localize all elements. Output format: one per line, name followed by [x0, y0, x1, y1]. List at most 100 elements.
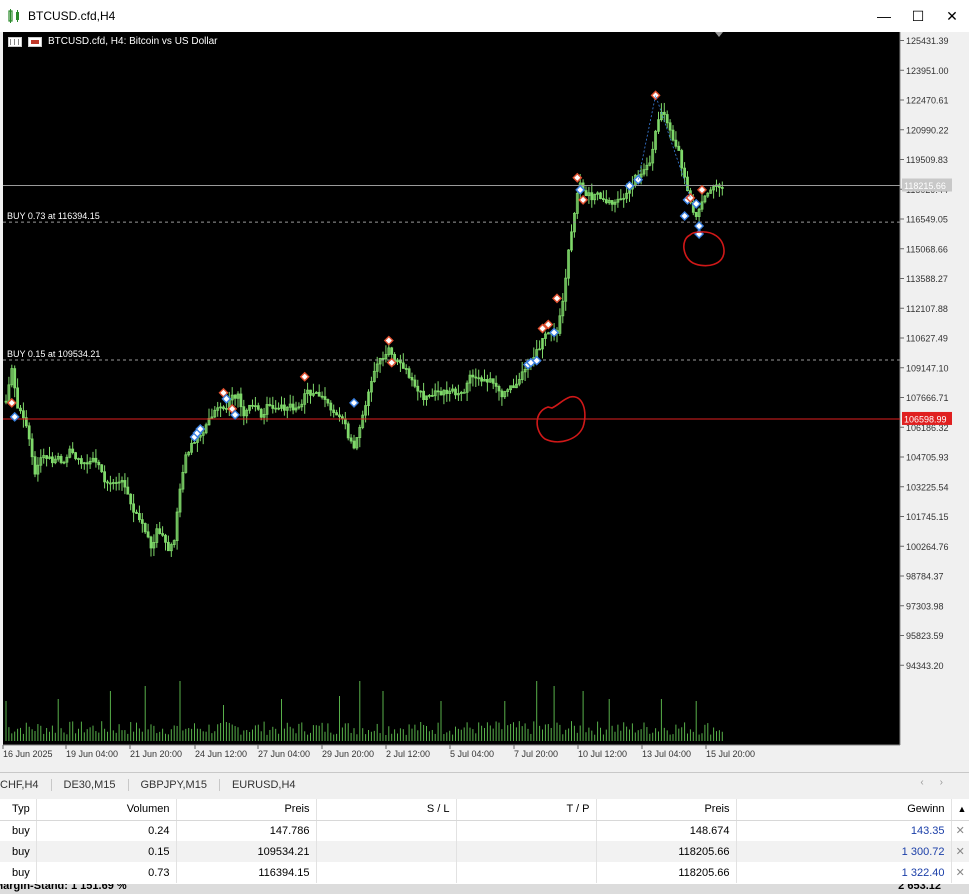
chart-list-icon[interactable]	[8, 36, 22, 47]
candle-body	[97, 461, 101, 466]
close-button[interactable]: ✕	[935, 0, 969, 32]
cell-tp[interactable]	[456, 862, 597, 883]
candle-body	[16, 387, 20, 409]
candle-body	[340, 416, 344, 420]
minimize-button[interactable]: —	[867, 0, 901, 32]
cell-tp[interactable]	[456, 841, 597, 862]
table-row[interactable]: buy 0.73 116394.15 118205.66 1 322.40 ✕	[0, 862, 969, 883]
col-price-current[interactable]: Preis	[596, 799, 737, 821]
candle-body	[251, 404, 254, 407]
cell-sl[interactable]	[316, 820, 457, 841]
cell-profit: 143.35	[736, 820, 952, 841]
total-profit: 2 653.12	[898, 884, 941, 892]
candle-body	[410, 377, 414, 381]
close-position-icon[interactable]: ✕	[951, 841, 969, 862]
candle-body	[335, 412, 339, 416]
candle-body	[590, 192, 594, 201]
col-price-open[interactable]: Preis	[176, 799, 317, 821]
tab-chf-h4[interactable]: CHF,H4	[0, 778, 52, 791]
candle-body	[30, 438, 34, 458]
one-click-trading-icon[interactable]	[28, 36, 42, 47]
candle-body	[123, 480, 127, 488]
cell-price-open: 116394.15	[176, 862, 317, 883]
candle-body	[485, 379, 489, 383]
cell-tp[interactable]	[456, 820, 597, 841]
candle-body	[662, 111, 666, 115]
alert-price-label: 106598.99	[904, 414, 947, 424]
candle-body	[665, 114, 669, 124]
candle-body	[114, 482, 118, 484]
tab-de30-m15[interactable]: DE30,M15	[64, 778, 129, 791]
cell-volume: 0.15	[36, 841, 177, 862]
sort-up-icon[interactable]: ▲	[951, 799, 969, 821]
candle-body	[19, 407, 22, 412]
candle-body	[480, 377, 484, 382]
maximize-button[interactable]: ☐	[901, 0, 935, 32]
candle-body	[137, 513, 141, 521]
time-axis-label: 2 Jul 12:00	[386, 749, 430, 759]
price-axis-label: 98784.37	[906, 572, 944, 582]
cell-price-current: 148.674	[596, 820, 737, 841]
candle-body	[271, 405, 275, 409]
chart-area[interactable]: BUY 0.73 at 116394.15 BUY 0.15 at 109534.…	[0, 32, 969, 772]
cell-sl[interactable]	[316, 841, 457, 862]
candle-body	[436, 390, 440, 393]
price-axis-label: 112107.88	[906, 304, 948, 314]
candle-body	[349, 437, 353, 442]
col-type[interactable]: Typ	[0, 799, 37, 821]
candle-body	[381, 358, 385, 360]
price-axis-label: 97303.98	[906, 601, 944, 611]
candle-body	[416, 385, 420, 392]
terminal-window: BTCUSD.cfd,H4 — ☐ ✕ BUY 0.73 at 116394.1…	[0, 0, 969, 894]
candle-body	[233, 394, 237, 399]
candle-body	[390, 347, 394, 355]
candle-body	[352, 440, 356, 449]
col-tp[interactable]: T / P	[456, 799, 597, 821]
col-volume[interactable]: Volumen	[36, 799, 177, 821]
candle-body	[33, 456, 37, 475]
candle-body	[497, 385, 501, 392]
price-axis-label: 113588.27	[906, 274, 948, 284]
col-sl[interactable]: S / L	[316, 799, 457, 821]
close-position-icon[interactable]: ✕	[951, 862, 969, 883]
candle-body	[346, 423, 350, 439]
candle-body	[80, 458, 83, 465]
col-profit[interactable]: Gewinn	[736, 799, 952, 821]
price-axis-label: 103225.54	[906, 482, 949, 492]
candle-body	[413, 379, 417, 387]
candle-body	[291, 403, 295, 411]
table-row[interactable]: buy 0.24 147.786 148.674 143.35 ✕	[0, 820, 969, 841]
time-axis-label: 27 Jun 04:00	[258, 749, 310, 759]
candle-body	[677, 145, 681, 151]
candle-body	[683, 167, 686, 178]
table-row[interactable]: buy 0.15 109534.21 118205.66 1 300.72 ✕	[0, 841, 969, 862]
price-axis-label: 107666.71	[906, 393, 949, 403]
cell-profit: 1 300.72	[736, 841, 952, 862]
candle-body	[604, 199, 608, 204]
candle-body	[602, 198, 605, 201]
candle-body	[401, 362, 405, 369]
bid-price-label: 118215.66	[904, 181, 946, 191]
table-header-row: Typ Volumen Preis S / L T / P Preis Gewi…	[0, 799, 969, 821]
candle-body	[320, 395, 324, 398]
price-chart[interactable]: BUY 0.73 at 116394.15 BUY 0.15 at 109534.…	[0, 32, 969, 772]
tabs-scroll-arrows-icon[interactable]: ‹›	[920, 777, 959, 788]
candle-body	[146, 531, 150, 538]
price-axis-label: 122470.61	[906, 96, 949, 106]
candle-body	[309, 389, 312, 396]
candle-body	[439, 391, 443, 396]
candle-body	[140, 519, 144, 524]
cell-sl[interactable]	[316, 862, 457, 883]
time-axis-label: 15 Jul 20:00	[706, 749, 755, 759]
time-axis-label: 13 Jul 04:00	[642, 749, 691, 759]
close-position-icon[interactable]: ✕	[951, 820, 969, 841]
margin-level: Margin-Stand: 1 151.69 %	[0, 884, 127, 892]
price-axis-label: 125431.39	[906, 36, 949, 46]
positions-panel: Typ Volumen Preis S / L T / P Preis Gewi…	[0, 799, 969, 892]
tab-eurusd-h4[interactable]: EURUSD,H4	[232, 779, 308, 791]
candle-body	[500, 390, 504, 398]
candle-body	[454, 388, 457, 396]
tab-gbpjpy-m15[interactable]: GBPJPY,M15	[141, 778, 220, 791]
time-axis-label: 19 Jun 04:00	[66, 749, 118, 759]
candle-body	[282, 404, 286, 411]
